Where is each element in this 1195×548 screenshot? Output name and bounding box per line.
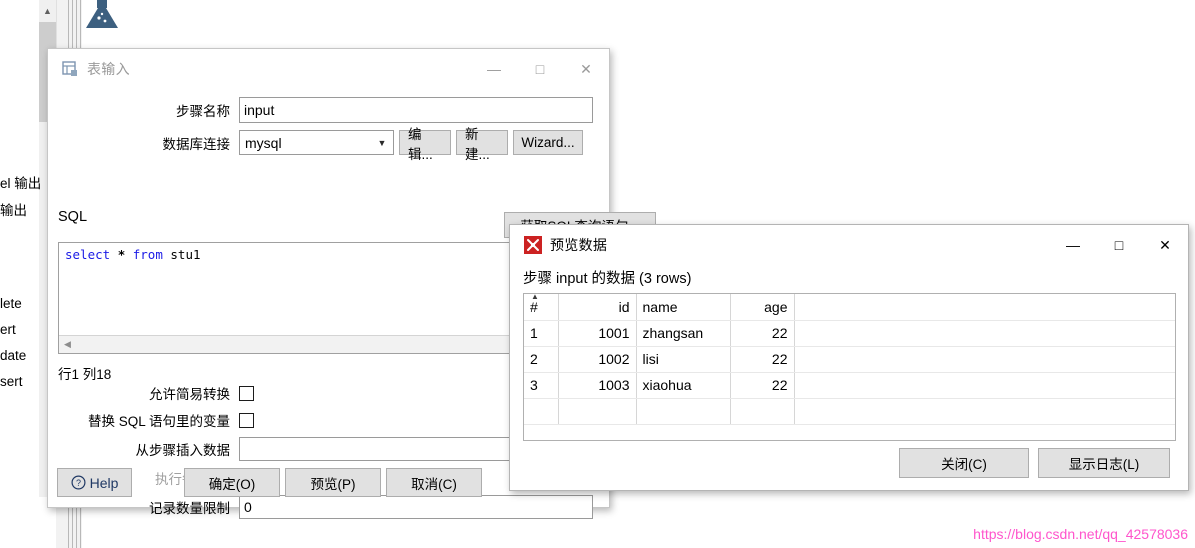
column-header-number[interactable]: ▲ # xyxy=(524,293,559,321)
pentaho-logo-icon xyxy=(524,236,542,254)
row-limit-label: 记录数量限制 xyxy=(149,501,230,516)
row-limit-row: 记录数量限制 0 xyxy=(48,495,609,519)
cell-age: 22 xyxy=(730,320,795,347)
table-input-window-controls: — □ ✕ xyxy=(471,49,609,89)
cell-row-number: 2 xyxy=(524,346,559,373)
cell-age: 22 xyxy=(730,372,795,399)
background-label: el 输出 xyxy=(0,176,42,191)
table-header-row: ▲ # id name age xyxy=(524,293,1175,321)
svg-text:?: ? xyxy=(76,478,81,488)
allow-lazy-conversion-checkbox[interactable] xyxy=(239,385,254,401)
preview-data-table[interactable]: ▲ # id name age 1 1001 zhangsan 22 2 100… xyxy=(523,293,1176,441)
minimize-icon[interactable]: — xyxy=(471,49,517,89)
row-limit-input[interactable]: 0 xyxy=(239,495,593,519)
insert-data-from-step-label: 从步骤插入数据 xyxy=(135,443,231,458)
connection-row: 数据库连接 mysql ▼ 编辑... 新建... Wizard... xyxy=(48,127,609,162)
ok-button[interactable]: 确定(O) xyxy=(184,468,280,497)
table-row[interactable]: 3 1003 xiaohua 22 xyxy=(524,372,1175,399)
background-label: lete xyxy=(0,296,22,311)
caret-up-icon: ▲ xyxy=(531,293,539,301)
maximize-icon[interactable]: □ xyxy=(517,49,563,89)
column-header-filler xyxy=(794,294,1175,321)
cell-name: xiaohua xyxy=(636,372,731,399)
sql-table-identifier: stu1 xyxy=(170,247,201,262)
preview-close-button[interactable]: 关闭(C) xyxy=(899,448,1029,478)
background-label: date xyxy=(0,348,27,363)
maximize-icon[interactable]: □ xyxy=(1096,225,1142,265)
sql-statement-text: select * from stu1 xyxy=(65,247,201,262)
cell-name: lisi xyxy=(636,346,731,373)
close-icon[interactable]: ✕ xyxy=(563,49,609,89)
cell-row-number: 1 xyxy=(524,320,559,347)
connection-wizard-button[interactable]: Wizard... xyxy=(513,130,583,155)
allow-lazy-conversion-label: 允许简易转换 xyxy=(149,387,230,402)
column-header-name[interactable]: name xyxy=(636,294,731,321)
cell-filler xyxy=(794,320,1175,347)
chevron-left-icon[interactable]: ◀ xyxy=(59,336,76,353)
help-button-label: Help xyxy=(89,474,119,491)
table-row[interactable]: 2 1002 lisi 22 xyxy=(524,346,1175,373)
step-name-row: 步骤名称 input xyxy=(48,97,609,123)
step-name-label: 步骤名称 xyxy=(176,104,230,119)
cell-filler xyxy=(794,346,1175,373)
sql-section-label: SQL xyxy=(58,209,88,225)
preview-title: 预览数据 xyxy=(550,237,608,253)
chevron-down-icon[interactable]: ▼ xyxy=(371,131,393,154)
edit-connection-button[interactable]: 编辑... xyxy=(399,127,451,162)
preview-subtitle-text: 步骤 input 的数据 xyxy=(523,271,635,287)
preview-subtitle: 步骤 input 的数据 (3 rows) xyxy=(523,267,691,288)
connection-label: 数据库连接 xyxy=(162,136,231,152)
table-input-title: 表输入 xyxy=(87,61,130,77)
cell-id: 1001 xyxy=(558,320,637,347)
watermark-url: https://blog.csdn.net/qq_42578036 xyxy=(973,526,1188,542)
background-label: ert xyxy=(0,322,16,337)
close-icon[interactable]: ✕ xyxy=(1142,225,1188,265)
cell-age: 22 xyxy=(730,346,795,373)
preview-data-dialog: 预览数据 — □ ✕ 步骤 input 的数据 (3 rows) ▲ # id … xyxy=(509,224,1189,491)
step-name-input[interactable]: input xyxy=(239,97,593,123)
cell-name: zhangsan xyxy=(636,320,731,347)
minimize-icon[interactable]: — xyxy=(1050,225,1096,265)
cell-filler xyxy=(794,372,1175,399)
column-header-age[interactable]: age xyxy=(730,294,795,321)
cell-id: 1002 xyxy=(558,346,637,373)
connection-value: mysql xyxy=(245,134,282,151)
sql-operator-star: * xyxy=(117,247,126,262)
background-label: 输出 xyxy=(0,203,27,218)
replace-variables-checkbox[interactable] xyxy=(239,412,254,428)
show-log-button[interactable]: 显示日志(L) xyxy=(1038,448,1170,478)
column-header-id[interactable]: id xyxy=(558,294,637,321)
column-header-number-label: # xyxy=(530,298,538,315)
preview-footer: 关闭(C) 显示日志(L) xyxy=(899,448,1170,478)
new-connection-button[interactable]: 新建... xyxy=(456,127,508,162)
table-input-titlebar[interactable]: 表输入 — □ ✕ xyxy=(48,49,609,89)
cancel-button[interactable]: 取消(C) xyxy=(386,468,482,497)
background-label: sert xyxy=(0,374,23,389)
cell-id: 1003 xyxy=(558,372,637,399)
preview-titlebar[interactable]: 预览数据 — □ ✕ xyxy=(510,225,1188,265)
replace-variables-label: 替换 SQL 语句里的变量 xyxy=(87,414,230,429)
cell-row-number: 3 xyxy=(524,372,559,399)
question-circle-icon: ? xyxy=(71,475,86,490)
table-input-icon xyxy=(62,60,77,76)
chevron-up-icon[interactable]: ▲ xyxy=(39,0,56,22)
help-button[interactable]: ? Help xyxy=(57,468,132,497)
connection-combobox[interactable]: mysql ▼ xyxy=(239,130,394,155)
preview-rows-count: (3 rows) xyxy=(639,271,692,287)
sql-keyword-from: from xyxy=(132,247,163,262)
sql-cursor-status: 行1 列18 xyxy=(58,367,112,382)
background-left-panel xyxy=(0,0,39,548)
sql-keyword-select: select xyxy=(65,247,111,262)
preview-button[interactable]: 预览(P) xyxy=(285,468,381,497)
flask-icon xyxy=(86,0,118,28)
table-empty-row xyxy=(524,398,1175,425)
preview-window-controls: — □ ✕ xyxy=(1050,225,1188,265)
table-row[interactable]: 1 1001 zhangsan 22 xyxy=(524,320,1175,347)
